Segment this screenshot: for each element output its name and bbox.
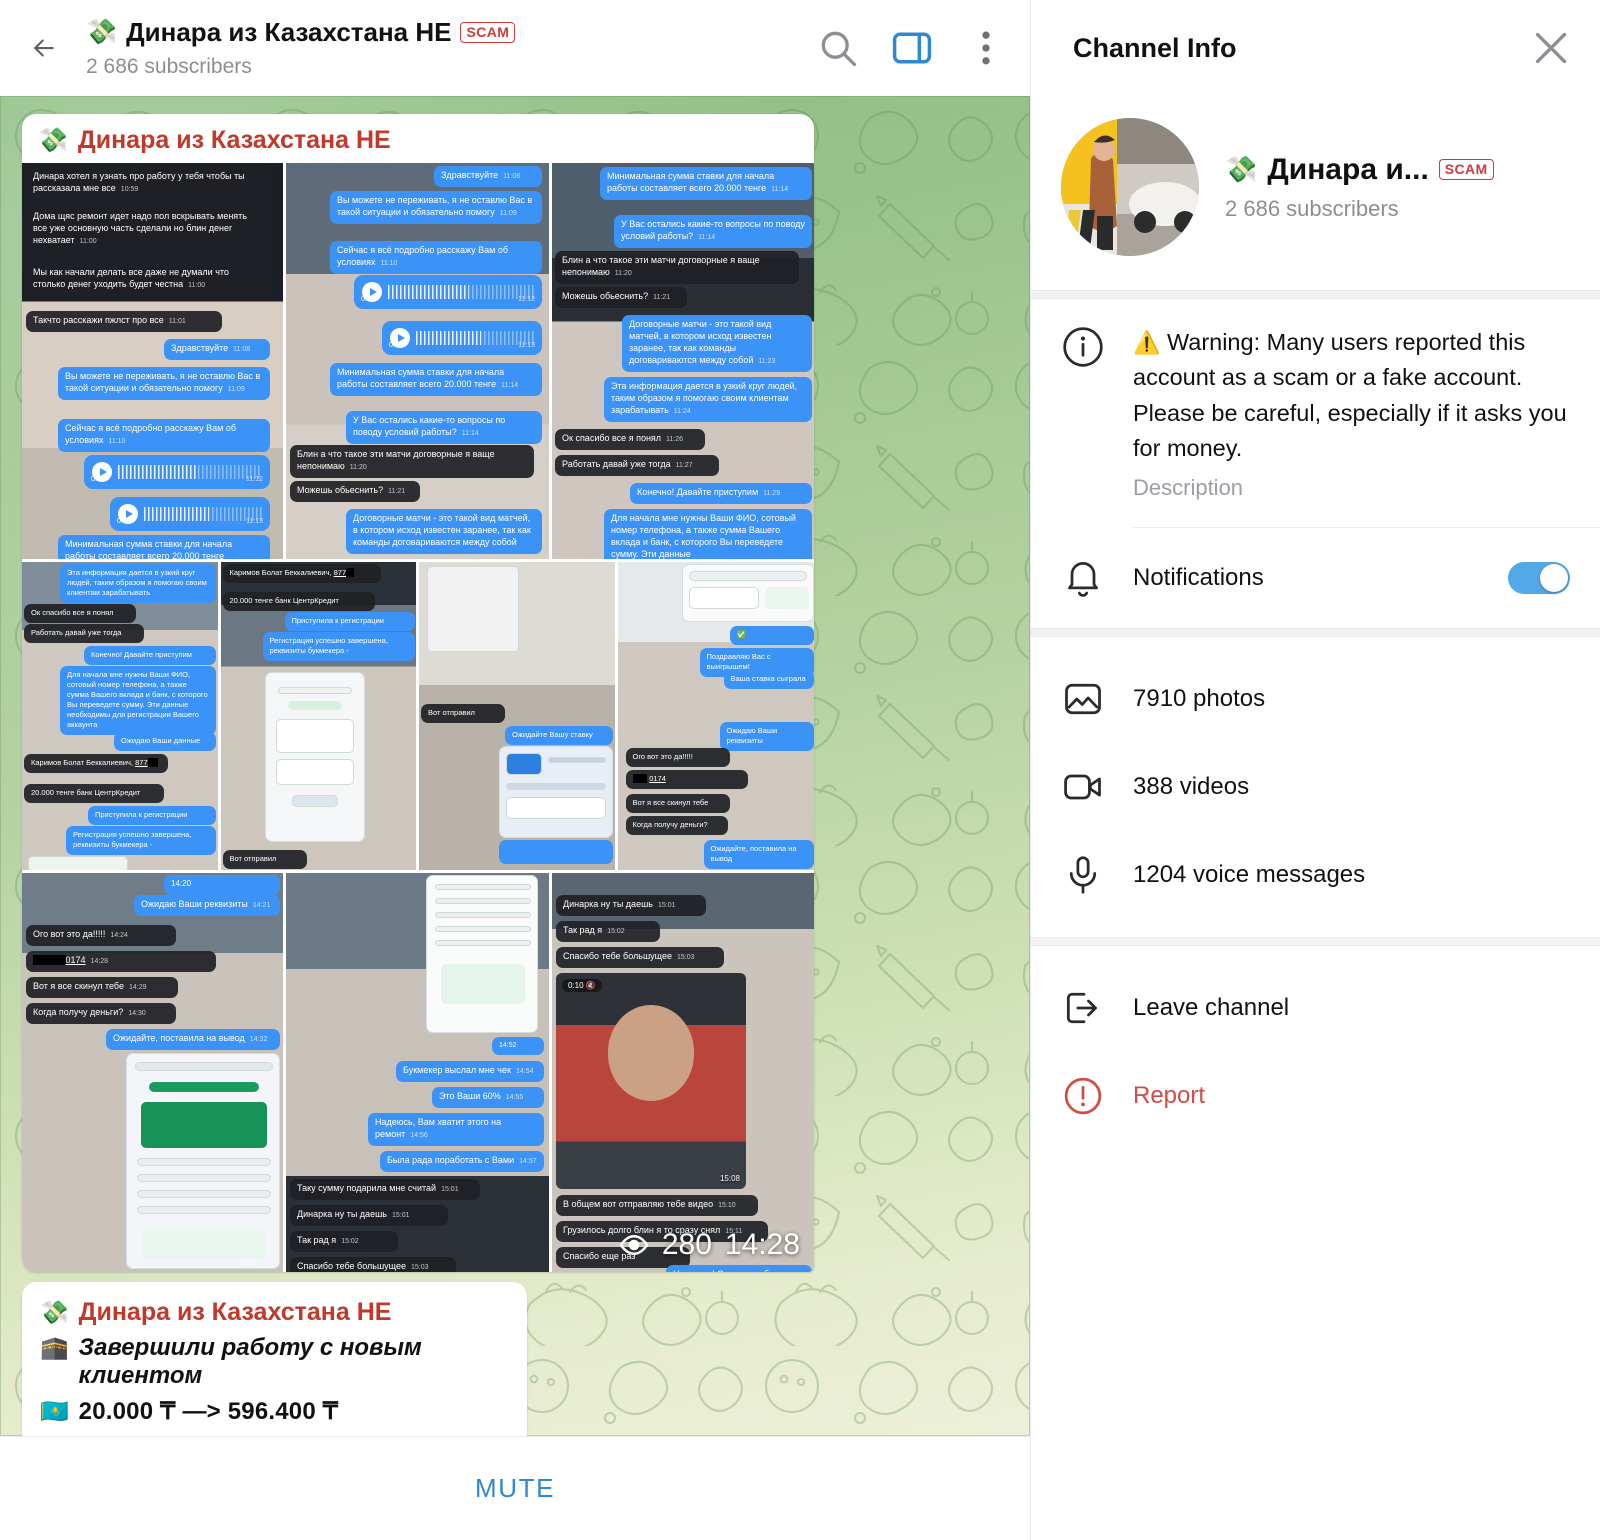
leave-channel-row[interactable]: Leave channel [1031, 964, 1600, 1052]
avatar[interactable] [1061, 118, 1199, 256]
message-time: 14:28 [724, 1228, 800, 1261]
media-tile[interactable]: 14:20 Ожидаю Ваши реквизиты 14:21 Ого вот… [22, 873, 283, 1272]
notifications-row[interactable]: Notifications [1031, 528, 1600, 628]
kaaba-emoji: 🕋 [40, 1334, 69, 1360]
logout-icon [1061, 986, 1105, 1030]
sidebar-toggle-icon[interactable] [890, 26, 934, 70]
caption-author-name: Динара из Казахстана НЕ [78, 1298, 392, 1326]
caption-subtitle: Завершили работу с новым клиентом [78, 1334, 422, 1389]
section-divider [1031, 937, 1600, 946]
media-tile[interactable]: Динарка ну ты даешь 15:01 Так рад я 15:02 … [552, 873, 814, 1272]
mute-button[interactable]: MUTE [475, 1473, 555, 1504]
media-tile[interactable]: Эта информация дается в узкий круг людей… [22, 562, 218, 870]
views-and-time: 280 14:28 [619, 1228, 800, 1262]
message-list[interactable]: 💸 Динара из Казахстана НЕ Динара хотел я… [0, 96, 1030, 1436]
message-author: 💸 Динара из Казахстана НЕ [22, 114, 814, 163]
report-icon [1061, 1074, 1105, 1118]
report-label: Report [1133, 1082, 1206, 1109]
chat-title: Динара из Казахстана НЕ [126, 17, 452, 47]
caption-line-2: 🕋 Завершили работу с новым клиентом [40, 1334, 509, 1390]
kazakhstan-flag-emoji: 🇰🇿 [40, 1398, 69, 1424]
author-name: Динара из Казахстана НЕ [77, 126, 391, 154]
media-tile[interactable]: Минимальная сумма ставки для начала рабо… [552, 163, 814, 559]
chat-header: 💸 Динара из Казахстана НЕ SCAM 2 686 sub… [0, 0, 1030, 96]
report-row[interactable]: Report [1031, 1052, 1600, 1140]
view-count: 280 [661, 1228, 712, 1261]
money-emoji: 💸 [1225, 154, 1258, 184]
media-grid-row: Эта информация дается в узкий круг людей… [22, 562, 814, 870]
more-vertical-icon[interactable] [964, 26, 1008, 70]
scam-badge: SCAM [460, 21, 516, 44]
profile-text: 💸 Динара и... SCAM 2 686 subscribers [1225, 153, 1494, 222]
media-grid-row: Динара хотел я узнать про работу у тебя … [22, 163, 814, 559]
media-tile[interactable]: Динара хотел я узнать про работу у тебя … [22, 163, 283, 559]
description-label: Description [1133, 475, 1244, 500]
media-tile[interactable]: Вот отправил Ожидайте Вашу ставку [419, 562, 615, 870]
subscriber-count: 2 686 subscribers [86, 55, 252, 78]
media-tile[interactable]: Здравствуйте 11:08 Вы можете не переживат… [286, 163, 549, 559]
videos-row[interactable]: 388 videos [1031, 743, 1600, 831]
section-divider [1031, 628, 1600, 637]
money-emoji: 💸 [40, 1299, 69, 1325]
channel-profile[interactable]: 💸 Динара и... SCAM 2 686 subscribers [1031, 96, 1600, 290]
notifications-toggle[interactable] [1508, 562, 1570, 594]
caption-author-line: 💸 Динара из Казахстана НЕ [40, 1298, 509, 1327]
description-row[interactable]: ⚠️ Warning: Many users reported this acc… [1031, 299, 1600, 527]
microphone-icon [1061, 853, 1105, 897]
mute-bar[interactable]: MUTE [0, 1436, 1030, 1540]
money-emoji: 💸 [86, 18, 118, 46]
media-tile[interactable]: 14:52 Букмекер выслал мне чек 14:54 Это В… [286, 873, 549, 1272]
voice-messages-label: 1204 voice messages [1133, 861, 1366, 888]
scam-warning-text: ⚠️ Warning: Many users reported this acc… [1133, 325, 1570, 466]
chat-pane: 💸 Динара из Казахстана НЕ SCAM 2 686 sub… [0, 0, 1030, 1540]
search-icon[interactable] [816, 26, 860, 70]
voice-messages-row[interactable]: 1204 voice messages [1031, 831, 1600, 919]
back-button[interactable] [18, 22, 70, 74]
caption-line-3: 🇰🇿 20.000 ₸ —> 596.400 ₸ [40, 1397, 509, 1426]
media-grid-row: 14:20 Ожидаю Ваши реквизиты 14:21 Ого вот… [22, 873, 814, 1272]
photos-row[interactable]: 7910 photos [1031, 655, 1600, 743]
info-panel-header: Channel Info [1031, 0, 1600, 96]
caption-message[interactable]: 💸 Динара из Казахстана НЕ 🕋 Завершили ра… [22, 1282, 527, 1436]
info-circle-icon [1061, 325, 1105, 369]
eye-icon [619, 1234, 649, 1256]
header-actions [816, 26, 1008, 70]
telegram-window: 💸 Динара из Казахстана НЕ SCAM 2 686 sub… [0, 0, 1600, 1540]
caption-amounts: 20.000 ₸ —> 596.400 ₸ [78, 1398, 339, 1425]
channel-name: Динара и... [1267, 152, 1429, 186]
subscriber-count: 2 686 subscribers [1225, 195, 1399, 221]
channel-info-panel: Channel Info 💸 Динара и... SCAM 2 686 su… [1030, 0, 1600, 1540]
warning-emoji: ⚠️ [1133, 330, 1161, 355]
bell-icon [1061, 556, 1105, 600]
info-panel-title: Channel Info [1073, 32, 1237, 63]
photo-icon [1061, 677, 1105, 721]
notifications-label: Notifications [1133, 564, 1264, 591]
close-icon[interactable] [1528, 25, 1574, 71]
video-icon [1061, 765, 1105, 809]
money-emoji: 💸 [38, 127, 68, 154]
scam-warning-message: Warning: Many users reported this accoun… [1133, 329, 1567, 461]
media-tile[interactable]: Каримов Болат Беккалиевич, 877 20.000 те… [220, 562, 416, 870]
chat-title-block[interactable]: 💸 Динара из Казахстана НЕ SCAM 2 686 sub… [86, 17, 816, 79]
video-thumbnail: 0:10 🔇 15:08 [556, 973, 746, 1189]
section-divider [1031, 290, 1600, 299]
videos-label: 388 videos [1133, 773, 1250, 800]
scam-badge: SCAM [1438, 158, 1494, 181]
leave-channel-label: Leave channel [1133, 994, 1290, 1021]
photos-label: 7910 photos [1133, 685, 1266, 712]
avatar-image [1061, 118, 1199, 256]
album-message[interactable]: 💸 Динара из Казахстана НЕ Динара хотел я… [22, 114, 814, 1272]
media-tile[interactable]: ✅ Поздравляю Вас с выигрышем! Ваша ставк… [617, 562, 814, 870]
